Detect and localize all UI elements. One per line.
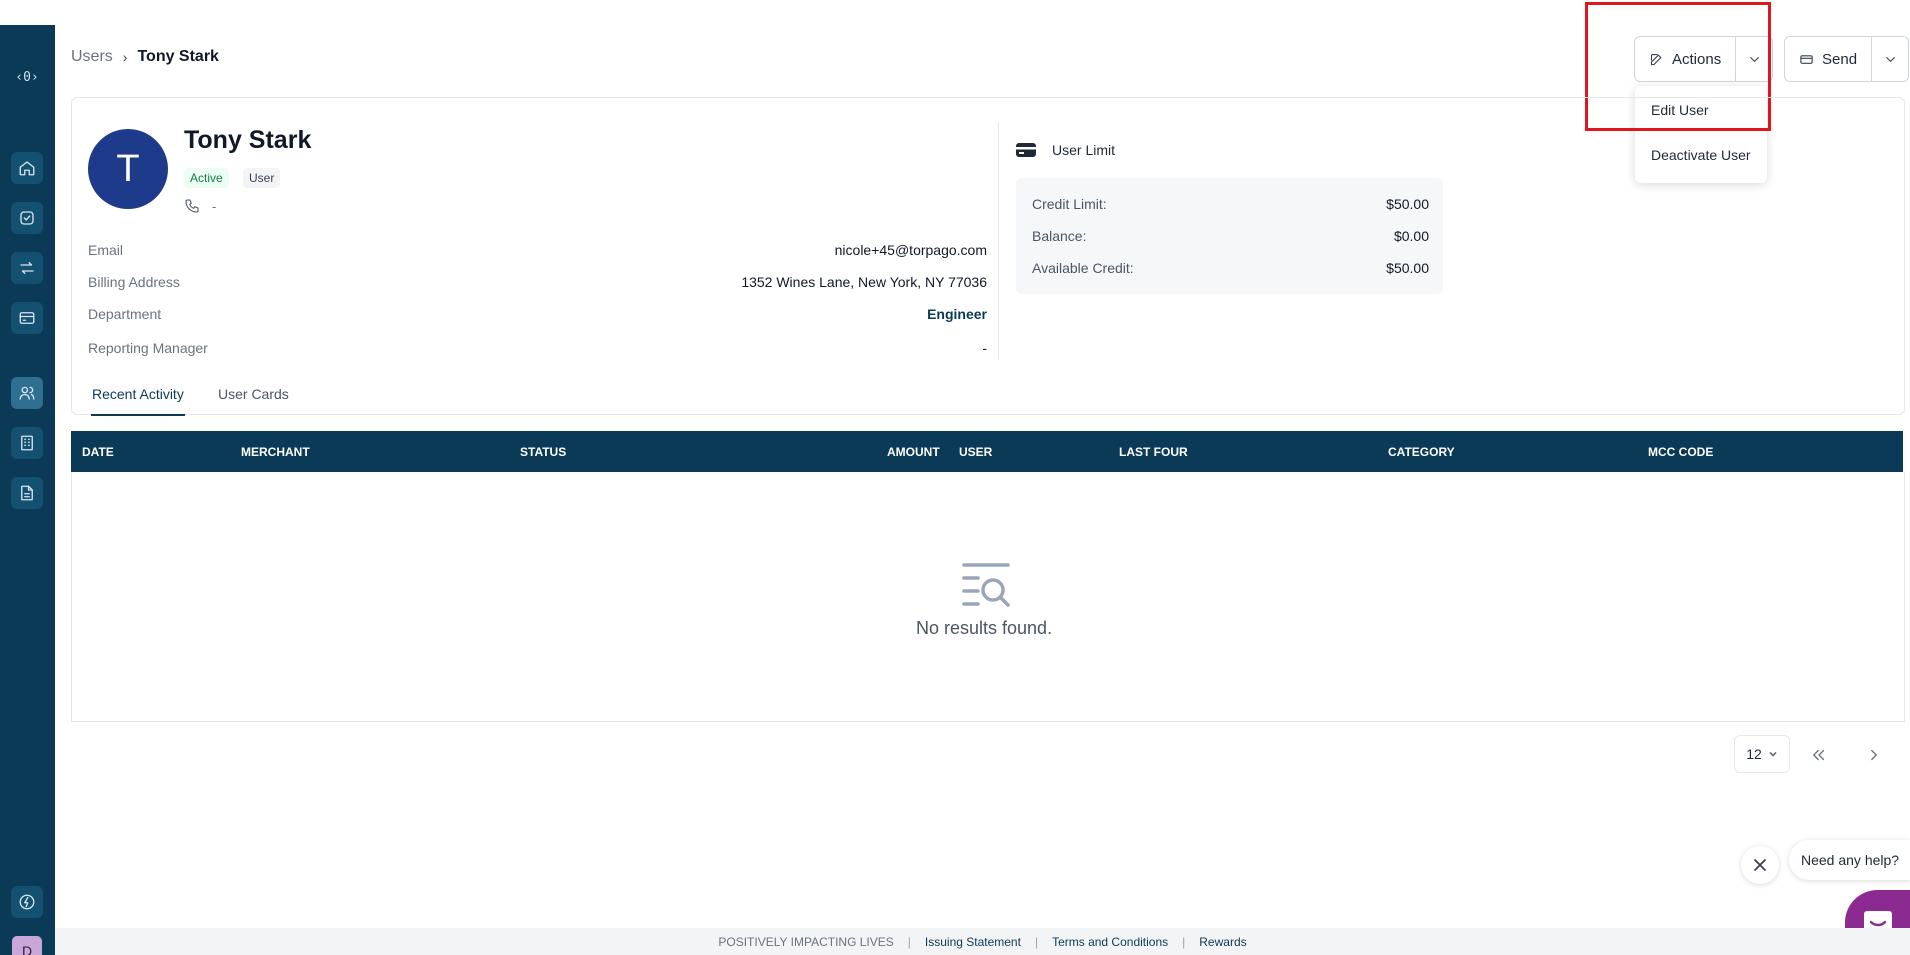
sidebar-item-documents[interactable] [11,477,43,509]
page-size-select[interactable]: 12 [1734,735,1790,773]
empty-state-message: No results found. [916,618,1053,638]
sidebar-item-approvals[interactable] [11,202,43,234]
reporting-manager-label: Reporting Manager [88,340,208,356]
next-page-button[interactable] [1861,742,1887,768]
column-header-status[interactable]: STATUS [520,445,566,459]
first-page-button[interactable] [1806,742,1832,768]
sidebar-item-company[interactable] [11,427,43,459]
credit-limit-label: Credit Limit: [1032,196,1107,212]
role-badge: User [243,168,281,188]
balance-row: Balance: $0.00 [1032,228,1429,244]
user-limit-title: User Limit [1052,142,1116,158]
available-credit-value: $50.00 [1386,260,1429,276]
user-avatar[interactable]: D [12,936,42,955]
email-label: Email [88,242,124,258]
info-row-reporting-manager: Reporting Manager - [88,340,987,356]
column-header-amount[interactable]: AMOUNT [887,445,940,459]
sidebar: ‹0› D [0,25,55,955]
billing-address-label: Billing Address [88,274,180,290]
document-icon [21,485,33,501]
footer-link-rewards[interactable]: Rewards [1199,935,1246,949]
phone-row: - [184,198,216,214]
page-size-value: 12 [1746,746,1762,762]
home-icon [19,161,35,176]
chevron-down-icon [1885,56,1895,62]
send-split-button: Send [1784,36,1910,82]
send-button[interactable]: Send [1785,37,1873,81]
chevron-right-icon [1871,749,1877,761]
footer-link-terms[interactable]: Terms and Conditions [1052,935,1168,949]
column-header-last-four[interactable]: LAST FOUR [1119,445,1188,459]
credit-limit-row: Credit Limit: $50.00 [1032,196,1429,212]
balance-value: $0.00 [1393,228,1429,244]
sidebar-item-users[interactable] [11,377,43,409]
column-header-date[interactable]: DATE [82,445,114,459]
phone-icon [185,199,199,213]
footer: POSITIVELY IMPACTING LIVES | Issuing Sta… [55,928,1910,955]
building-icon [21,435,33,451]
profile-avatar: T [88,129,168,209]
double-chevron-left-icon [1813,749,1825,761]
sidebar-item-cards[interactable] [11,302,43,334]
department-link[interactable]: Engineer [927,306,987,322]
available-credit-row: Available Credit: $50.00 [1032,260,1429,276]
breadcrumb-current: Tony Stark [137,48,219,65]
user-limit-box: Credit Limit: $50.00 Balance: $0.00 Avai… [1016,178,1443,294]
user-limit-header: User Limit [1016,142,1115,158]
info-row-email: Email nicole+45@torpago.com [88,242,987,258]
user-detail-page: ‹0› D Users › Tony Stark Actions Send Ed… [0,0,1910,955]
check-circle-icon [20,211,34,225]
help-bubble[interactable]: Need any help? [1789,840,1910,880]
card-icon [1800,54,1813,64]
credit-card-icon [1016,143,1036,157]
card-icon [19,312,35,324]
transfer-arrows-icon [20,262,34,274]
phone-value: - [212,198,217,214]
sidebar-item-transactions[interactable] [11,252,43,284]
available-credit-label: Available Credit: [1032,260,1134,276]
send-caret-button[interactable] [1872,37,1908,81]
credit-limit-value: $50.00 [1386,196,1429,212]
sidebar-item-home[interactable] [11,152,43,184]
activity-table-header: DATE MERCHANT STATUS AMOUNT USER LAST FO… [71,431,1903,472]
app-logo[interactable]: ‹0› [12,70,42,88]
reporting-manager-value: - [982,340,987,356]
close-icon [1754,859,1766,871]
department-label: Department [88,306,162,322]
search-list-icon [962,563,1010,607]
email-value: nicole+45@torpago.com [834,242,987,258]
help-close-button[interactable] [1741,846,1779,884]
column-header-merchant[interactable]: MERCHANT [241,445,310,459]
column-header-category[interactable]: CATEGORY [1388,445,1455,459]
breadcrumb-users-link[interactable]: Users [71,48,113,66]
balance-label: Balance: [1032,228,1087,244]
lightning-icon [19,894,35,910]
column-header-user[interactable]: USER [959,445,992,459]
footer-separator: | [1182,934,1186,949]
info-row-department: Department Engineer [88,306,987,322]
send-button-label: Send [1822,50,1858,68]
info-row-billing-address: Billing Address 1352 Wines Lane, New Yor… [88,274,987,290]
chevron-down-icon [1769,751,1777,757]
users-icon [19,386,35,400]
breadcrumb: Users › Tony Stark [71,48,219,66]
profile-name: Tony Stark [184,126,312,154]
tab-user-cards[interactable]: User Cards [218,386,289,414]
footer-link-issuing-statement[interactable]: Issuing Statement [925,935,1021,949]
chevron-right-icon: › [122,49,128,65]
sidebar-item-quick-actions[interactable] [11,886,43,918]
section-divider [998,122,999,360]
footer-separator: | [1034,934,1039,949]
billing-address-value: 1352 Wines Lane, New York, NY 77036 [741,274,987,290]
status-badge: Active [184,168,229,188]
footer-tagline: POSITIVELY IMPACTING LIVES [718,934,894,949]
tab-recent-activity[interactable]: Recent Activity [91,386,185,416]
footer-separator: | [907,934,911,949]
column-header-mcc-code[interactable]: MCC CODE [1648,445,1713,459]
